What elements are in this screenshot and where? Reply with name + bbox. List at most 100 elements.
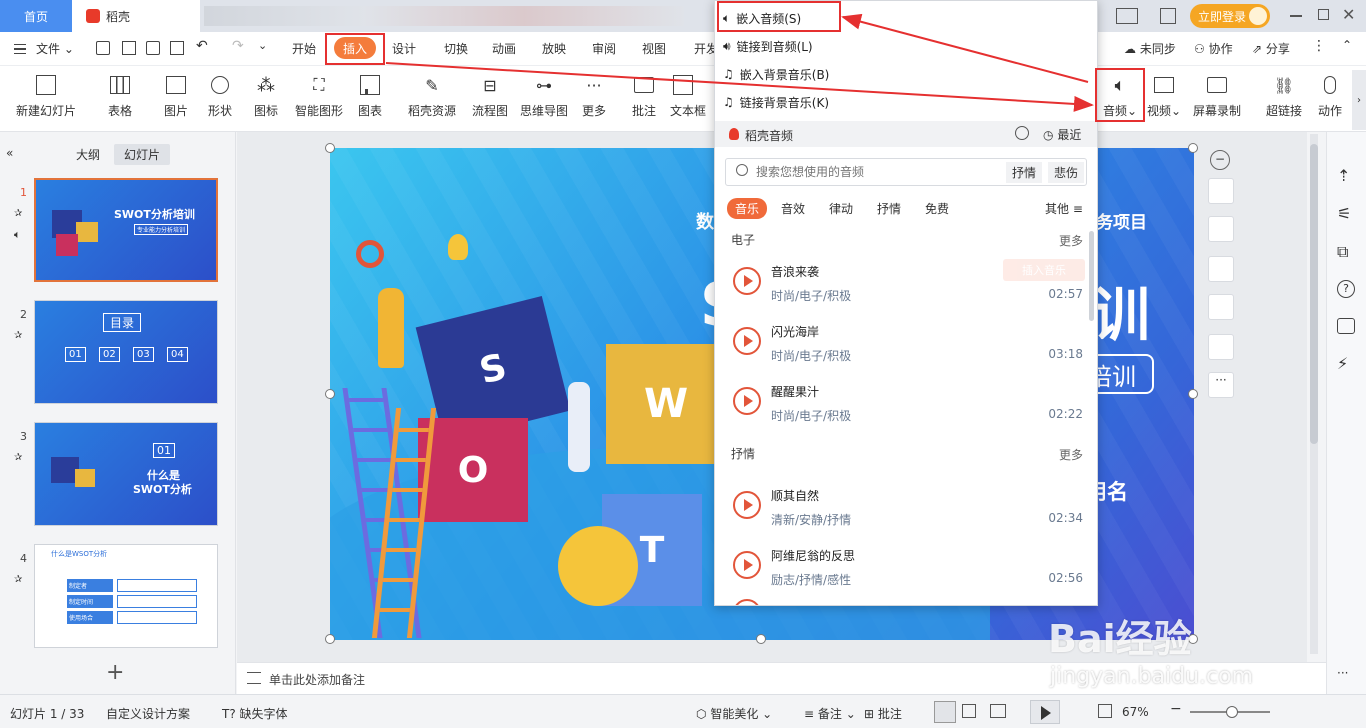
collapse-pane-icon[interactable]: « xyxy=(6,146,13,160)
resize-handle[interactable] xyxy=(325,634,335,644)
chart-button[interactable]: 图表 xyxy=(342,72,398,119)
search-tag[interactable]: 悲伤 xyxy=(1048,162,1085,183)
more-options-icon[interactable]: ⋮ xyxy=(1312,38,1326,54)
song-item[interactable]: 顺其自然 清新/安静/抒情 02:34 xyxy=(715,479,1097,539)
play-icon[interactable] xyxy=(733,327,761,355)
tab-start[interactable]: 开始 xyxy=(292,40,316,57)
vertical-scrollbar[interactable] xyxy=(1310,134,1318,654)
minimize-icon[interactable] xyxy=(1290,15,1302,17)
tab-home[interactable]: 首页 xyxy=(0,0,72,32)
icon-button[interactable]: ⁂ 图标 xyxy=(238,72,294,119)
zoom-out-icon[interactable]: − xyxy=(1210,150,1230,170)
screen-record-button[interactable]: 屏幕录制 xyxy=(1186,72,1248,119)
resize-handle[interactable] xyxy=(756,634,766,644)
chat-icon[interactable] xyxy=(1015,126,1029,140)
image-edit-icon[interactable] xyxy=(1337,318,1355,334)
smart-beautify-button[interactable]: ⬡ 智能美化 ⌄ xyxy=(696,705,772,722)
action-button[interactable]: 动作 xyxy=(1302,72,1358,119)
flowchart-button[interactable]: ⊟ 流程图 xyxy=(462,72,518,119)
category-tab[interactable]: 免费 xyxy=(925,200,949,217)
song-item[interactable]: 闪光海岸 时尚/电子/积极 03:18 xyxy=(715,315,1097,375)
zoom-in-icon[interactable] xyxy=(1208,216,1234,242)
collaborate-button[interactable]: ⚇ 协作 xyxy=(1194,40,1233,57)
layers-icon[interactable] xyxy=(1208,178,1234,204)
category-tab[interactable]: 抒情 xyxy=(877,200,901,217)
section-more[interactable]: 更多 xyxy=(1059,232,1083,249)
zoom-out-button[interactable]: − xyxy=(1170,701,1182,717)
zoom-slider[interactable] xyxy=(1190,706,1270,718)
play-slideshow-button[interactable] xyxy=(1030,700,1060,724)
replace-image-icon[interactable] xyxy=(1208,334,1234,360)
category-tab-active[interactable]: 音乐 xyxy=(727,198,768,219)
window-layout-icon[interactable] xyxy=(1116,8,1138,24)
embed-bgm-item[interactable]: ♫ 嵌入背景音乐(B) xyxy=(723,61,829,87)
category-tab[interactable]: 音效 xyxy=(781,200,805,217)
more-side-icon[interactable]: ··· xyxy=(1337,666,1348,680)
link-bgm-item[interactable]: ♫ 链接背景音乐(K) xyxy=(723,89,829,115)
add-slide-button[interactable]: + xyxy=(106,660,124,685)
tab-outline[interactable]: 大纲 xyxy=(76,146,100,163)
tab-slideshow[interactable]: 放映 xyxy=(542,40,566,57)
help-icon[interactable]: ? xyxy=(1337,280,1355,298)
sliders-icon[interactable]: ⚟ xyxy=(1337,204,1351,223)
song-item[interactable]: 音浪来袭 时尚/电子/积极 02:57 xyxy=(715,255,1097,315)
collapse-ribbon-icon[interactable]: ⌃ xyxy=(1342,38,1352,52)
play-icon[interactable] xyxy=(733,551,761,579)
mindmap-button[interactable]: ⊶ 思维导图 xyxy=(514,72,574,119)
tab-animation[interactable]: 动画 xyxy=(492,40,516,57)
design-scheme[interactable]: 自定义设计方案 xyxy=(106,705,190,722)
slide-thumbnail[interactable]: 什么是WSOT分析 制定者 制定时间 使用场合 xyxy=(34,544,218,648)
smartart-button[interactable]: ⛶ 智能图形 xyxy=(290,72,348,119)
resize-handle[interactable] xyxy=(325,143,335,153)
print-icon[interactable] xyxy=(146,41,160,55)
tab-slides[interactable]: 幻灯片 xyxy=(114,144,171,165)
link-audio-item[interactable]: 🔊︎ 链接到音频(L) xyxy=(723,33,813,59)
file-menu[interactable]: 文件 ⌄ xyxy=(36,40,74,57)
rocket-icon[interactable]: ⇡ xyxy=(1337,166,1350,185)
comments-toggle[interactable]: ⊞ 批注 xyxy=(864,705,902,722)
grid-icon[interactable] xyxy=(1160,8,1176,24)
grid-view-icon[interactable] xyxy=(962,704,976,718)
fit-screen-icon[interactable] xyxy=(1098,704,1112,718)
tab-transition[interactable]: 切换 xyxy=(444,40,468,57)
search-input[interactable] xyxy=(756,163,996,181)
resize-handle[interactable] xyxy=(1188,389,1198,399)
resize-handle[interactable] xyxy=(1188,143,1198,153)
play-icon[interactable] xyxy=(733,491,761,519)
tab-design[interactable]: 设计 xyxy=(392,40,416,57)
more-tools-icon[interactable]: ··· xyxy=(1208,372,1234,398)
restore-icon[interactable] xyxy=(1318,9,1329,20)
comment-button[interactable]: 批注 xyxy=(616,72,672,119)
slide-thumbnail[interactable]: 01 什么是 SWOT分析 xyxy=(34,422,218,526)
sync-status[interactable]: ☁ 未同步 xyxy=(1124,40,1176,57)
play-icon[interactable] xyxy=(733,387,761,415)
tab-view[interactable]: 视图 xyxy=(642,40,666,57)
new-slide-button[interactable]: 新建幻灯片 xyxy=(10,72,82,119)
more-quick-icon[interactable]: ⌄ xyxy=(258,39,267,52)
redo-icon[interactable]: ↷ xyxy=(232,38,244,54)
song-item[interactable]: 阿维尼翁的反思 励志/抒情/感性 02:56 xyxy=(715,539,1097,599)
search-box[interactable]: 抒情 悲伤 xyxy=(725,158,1087,186)
more-button[interactable]: ··· 更多 xyxy=(566,72,622,119)
play-icon[interactable] xyxy=(733,267,761,295)
tab-daoke[interactable]: 稻壳 xyxy=(72,0,200,32)
undo-icon[interactable]: ↶ xyxy=(196,38,208,54)
search-tag[interactable]: 抒情 xyxy=(1006,162,1043,183)
reading-view-icon[interactable] xyxy=(990,704,1006,718)
login-button[interactable]: 立即登录 xyxy=(1190,4,1270,28)
other-categories[interactable]: 其他 ≡ xyxy=(1045,200,1083,217)
section-more[interactable]: 更多 xyxy=(1059,446,1083,463)
export-icon[interactable] xyxy=(122,41,136,55)
category-tab[interactable]: 律动 xyxy=(829,200,853,217)
share-button[interactable]: ⇗ 分享 xyxy=(1252,40,1290,57)
save-icon[interactable] xyxy=(96,41,110,55)
preview-icon[interactable] xyxy=(170,41,184,55)
slide-thumbnail[interactable]: 目录 01 02 03 04 xyxy=(34,300,218,404)
zoom-level[interactable]: 67% xyxy=(1122,705,1149,719)
notes-toggle[interactable]: ≡ 备注 ⌄ xyxy=(804,705,856,722)
tab-review[interactable]: 审阅 xyxy=(592,40,616,57)
crop-icon[interactable] xyxy=(1208,256,1234,282)
song-item[interactable]: 醒醒果汁 时尚/电子/积极 02:22 xyxy=(715,375,1097,435)
lightning-icon[interactable]: ⚡︎ xyxy=(1337,354,1348,373)
recent-button[interactable]: ◷ 最近 xyxy=(1043,126,1081,143)
